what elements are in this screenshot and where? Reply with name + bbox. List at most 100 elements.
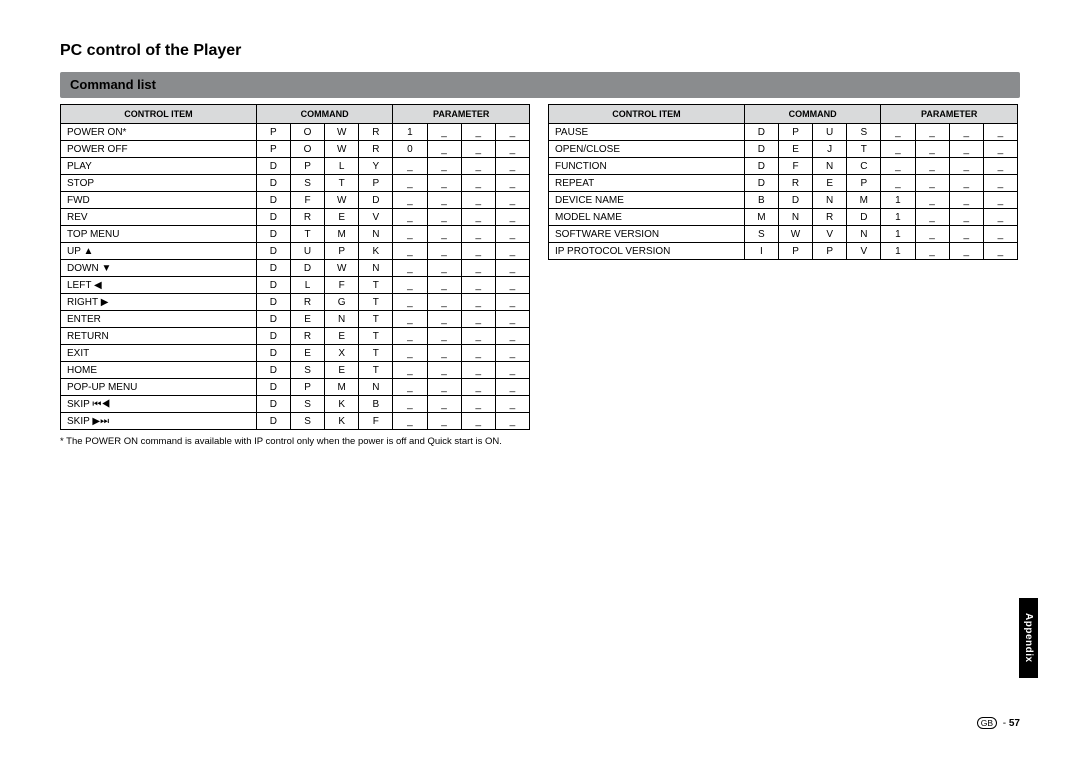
command-char-cell: N <box>813 158 847 175</box>
page-title: PC control of the Player <box>60 42 1020 60</box>
parameter-char-cell: _ <box>393 175 427 192</box>
parameter-char-cell: _ <box>495 192 529 209</box>
command-char-cell: K <box>325 396 359 413</box>
section-header: Command list <box>60 72 1020 98</box>
parameter-char-cell: _ <box>461 328 495 345</box>
table-row: DEVICE NAMEBDNM1___ <box>549 192 1018 209</box>
command-char-cell: B <box>359 396 393 413</box>
control-item-cell: HOME <box>61 362 257 379</box>
parameter-char-cell: _ <box>983 226 1017 243</box>
command-char-cell: P <box>256 141 290 158</box>
table-row: POWER ON*POWR1___ <box>61 124 530 141</box>
control-item-cell: REPEAT <box>549 175 745 192</box>
command-char-cell: D <box>744 158 778 175</box>
parameter-char-cell: _ <box>495 328 529 345</box>
command-char-cell: P <box>290 379 324 396</box>
parameter-char-cell: _ <box>427 124 461 141</box>
parameter-char-cell: _ <box>393 379 427 396</box>
control-item-cell: EXIT <box>61 345 257 362</box>
parameter-char-cell: _ <box>949 226 983 243</box>
parameter-char-cell: _ <box>461 413 495 430</box>
direction-icon: ▶⏭ <box>90 416 109 427</box>
command-char-cell: T <box>359 311 393 328</box>
command-char-cell: E <box>325 328 359 345</box>
command-char-cell: D <box>256 175 290 192</box>
control-item-cell: FWD <box>61 192 257 209</box>
parameter-char-cell: _ <box>427 243 461 260</box>
parameter-char-cell: _ <box>427 413 461 430</box>
table-row: MODEL NAMEMNRD1___ <box>549 209 1018 226</box>
command-char-cell: D <box>256 413 290 430</box>
parameter-char-cell: 0 <box>393 141 427 158</box>
table-row: UP ▲DUPK____ <box>61 243 530 260</box>
command-char-cell: N <box>359 379 393 396</box>
page-number: GB - 57 <box>977 718 1020 729</box>
table-row: ENTERDENT____ <box>61 311 530 328</box>
control-item-cell: UP ▲ <box>61 243 257 260</box>
command-char-cell: P <box>359 175 393 192</box>
command-table-left: CONTROL ITEM COMMAND PARAMETER POWER ON*… <box>60 104 530 430</box>
command-char-cell: D <box>256 277 290 294</box>
direction-icon: ▲ <box>81 246 94 257</box>
parameter-char-cell: _ <box>881 141 915 158</box>
header-parameter: PARAMETER <box>881 105 1018 124</box>
control-item-cell: POWER ON* <box>61 124 257 141</box>
parameter-char-cell: _ <box>495 413 529 430</box>
parameter-char-cell: _ <box>461 226 495 243</box>
parameter-char-cell: _ <box>393 396 427 413</box>
parameter-char-cell: _ <box>983 209 1017 226</box>
command-char-cell: D <box>256 362 290 379</box>
command-char-cell: D <box>256 243 290 260</box>
command-char-cell: P <box>813 243 847 260</box>
command-char-cell: D <box>847 209 881 226</box>
parameter-char-cell: _ <box>495 243 529 260</box>
command-char-cell: I <box>744 243 778 260</box>
direction-icon: ◀ <box>91 280 101 291</box>
table-row: RIGHT ▶DRGT____ <box>61 294 530 311</box>
command-char-cell: D <box>256 192 290 209</box>
command-char-cell: C <box>847 158 881 175</box>
command-char-cell: V <box>813 226 847 243</box>
command-char-cell: N <box>359 226 393 243</box>
command-char-cell: N <box>359 260 393 277</box>
command-char-cell: D <box>256 226 290 243</box>
parameter-char-cell: _ <box>949 124 983 141</box>
control-item-cell: IP PROTOCOL VERSION <box>549 243 745 260</box>
command-char-cell: F <box>359 413 393 430</box>
table-row: STOPDSTP____ <box>61 175 530 192</box>
command-char-cell: T <box>847 141 881 158</box>
parameter-char-cell: _ <box>461 175 495 192</box>
table-row: TOP MENUDTMN____ <box>61 226 530 243</box>
command-char-cell: T <box>359 345 393 362</box>
parameter-char-cell: _ <box>495 141 529 158</box>
parameter-char-cell: _ <box>461 158 495 175</box>
parameter-char-cell: _ <box>495 294 529 311</box>
parameter-char-cell: _ <box>393 311 427 328</box>
parameter-char-cell: _ <box>461 396 495 413</box>
command-char-cell: V <box>359 209 393 226</box>
header-command: COMMAND <box>256 105 393 124</box>
command-char-cell: S <box>290 396 324 413</box>
header-command: COMMAND <box>744 105 881 124</box>
table-row: DOWN ▼DDWN____ <box>61 260 530 277</box>
parameter-char-cell: 1 <box>881 209 915 226</box>
command-char-cell: P <box>847 175 881 192</box>
command-char-cell: L <box>325 158 359 175</box>
parameter-char-cell: _ <box>915 209 949 226</box>
command-char-cell: R <box>778 175 812 192</box>
command-char-cell: X <box>325 345 359 362</box>
command-char-cell: D <box>256 311 290 328</box>
parameter-char-cell: _ <box>983 141 1017 158</box>
appendix-tab: Appendix <box>1019 598 1038 678</box>
parameter-char-cell: _ <box>495 396 529 413</box>
parameter-char-cell: _ <box>495 345 529 362</box>
direction-icon: ▼ <box>99 263 112 274</box>
control-item-cell: DOWN ▼ <box>61 260 257 277</box>
parameter-char-cell: _ <box>949 243 983 260</box>
control-item-cell: SOFTWARE VERSION <box>549 226 745 243</box>
parameter-char-cell: 1 <box>881 192 915 209</box>
command-char-cell: R <box>813 209 847 226</box>
parameter-char-cell: _ <box>495 311 529 328</box>
control-item-cell: POP-UP MENU <box>61 379 257 396</box>
parameter-char-cell: _ <box>393 260 427 277</box>
